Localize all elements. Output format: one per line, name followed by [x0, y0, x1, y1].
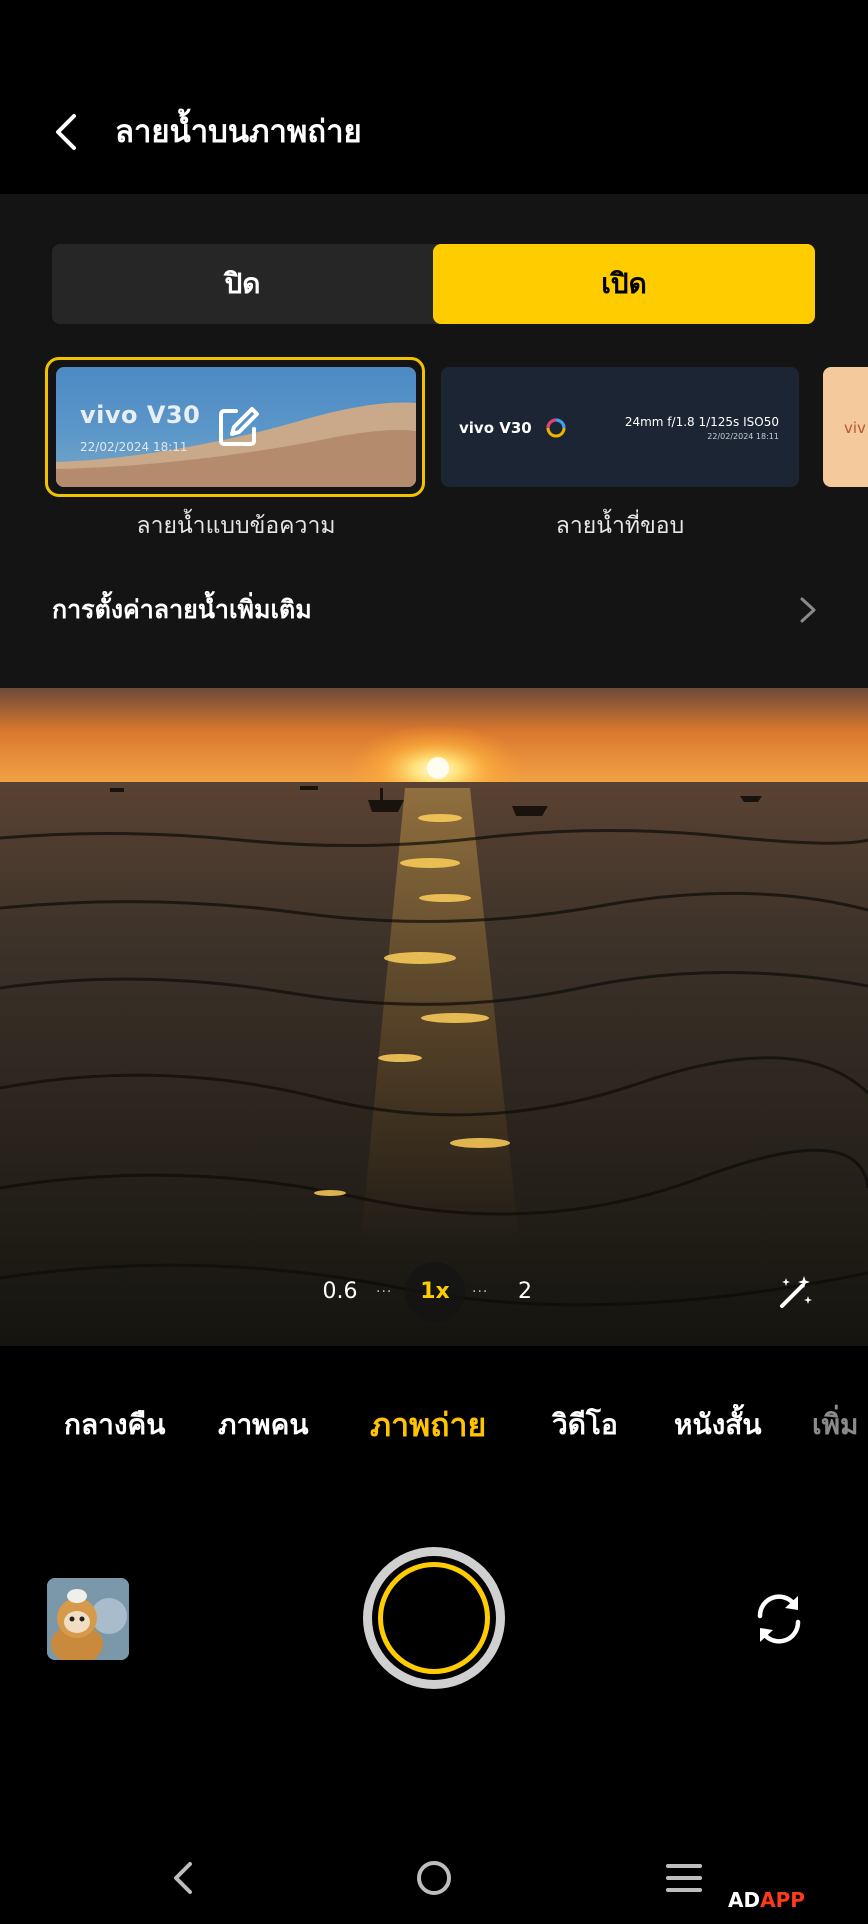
text-watermark-label: ลายน้ำแบบข้อความ: [136, 513, 336, 539]
nav-home-icon[interactable]: [414, 1858, 454, 1898]
zoom-selector: 0.6 ··· 1x ··· 2: [310, 1262, 560, 1322]
back-icon[interactable]: [48, 108, 88, 156]
more-settings-label: การตั้งค่าลายน้ำเพิ่มเติม: [52, 595, 312, 624]
gallery-thumbnail[interactable]: [47, 1578, 129, 1660]
mode-night[interactable]: กลางคืน: [64, 1400, 165, 1450]
mode-photo[interactable]: ภาพถ่าย: [370, 1400, 486, 1450]
watermark-card-partial[interactable]: viv: [823, 367, 868, 487]
card-brand-text: vivo V30: [459, 419, 532, 437]
toggle-on-button[interactable]: เปิด: [433, 244, 815, 324]
card-partial-text: viv: [844, 419, 866, 437]
card-date-text: 22/02/2024 18:11: [80, 440, 188, 454]
mode-video[interactable]: วิดีโอ: [552, 1400, 618, 1450]
text-watermark-card[interactable]: vivo V30 22/02/2024 18:11: [56, 367, 416, 487]
top-bar: [0, 0, 868, 194]
camera-mode-strip: กลางคืน ภาพคน ภาพถ่าย วิดีโอ หนังสั้น เพ…: [0, 1400, 868, 1450]
border-watermark-label: ลายน้ำที่ขอบ: [555, 513, 685, 539]
nav-back-icon[interactable]: [170, 1858, 198, 1898]
zoom-dots: ···: [376, 1284, 393, 1300]
zeiss-ring-icon: [546, 418, 566, 438]
zoom-0-6-button[interactable]: 0.6: [310, 1262, 370, 1322]
mode-portrait[interactable]: ภาพคน: [218, 1400, 309, 1450]
zoom-1x-button[interactable]: 1x: [405, 1262, 465, 1322]
more-watermark-settings-row[interactable]: การตั้งค่าลายน้ำเพิ่มเติม: [0, 580, 868, 640]
mode-short-film[interactable]: หนังสั้น: [674, 1400, 762, 1450]
card-date-text: 22/02/2024 18:11: [707, 432, 779, 441]
magic-wand-icon[interactable]: [774, 1272, 814, 1312]
watermark-text-a: AD: [728, 1888, 761, 1912]
chevron-right-icon: [800, 597, 816, 623]
card-specs-text: 24mm f/1.8 1/125s ISO50: [624, 415, 779, 429]
camera-viewfinder[interactable]: [0, 688, 868, 1346]
mode-more[interactable]: เพิ่ม: [812, 1400, 858, 1450]
border-watermark-card[interactable]: vivo V30 24mm f/1.8 1/125s ISO50 22/02/2…: [441, 367, 799, 487]
zoom-2x-button[interactable]: 2: [500, 1262, 550, 1322]
shutter-ring: [378, 1562, 490, 1674]
watermark-toggle: ปิด เปิด: [52, 244, 815, 324]
card-brand-text: vivo V30: [80, 401, 201, 429]
thumbnail-image: [47, 1578, 129, 1660]
page-title: ลายน้ำบนภาพถ่าย: [115, 114, 362, 150]
watermark-text-b: APP: [760, 1888, 805, 1912]
zoom-dots: ···: [472, 1284, 489, 1300]
switch-camera-icon[interactable]: [750, 1590, 808, 1648]
nav-menu-icon[interactable]: [664, 1858, 704, 1898]
toggle-off-button[interactable]: ปิด: [52, 244, 433, 324]
site-watermark: ADAPP: [728, 1888, 805, 1912]
edit-icon[interactable]: [216, 405, 260, 449]
shutter-button[interactable]: [363, 1547, 505, 1689]
